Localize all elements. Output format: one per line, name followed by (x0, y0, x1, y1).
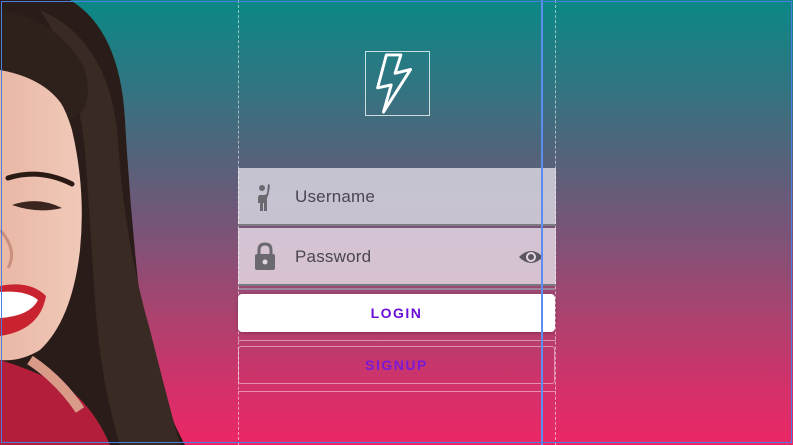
username-field[interactable]: Username (238, 168, 556, 226)
selection-guide-line (541, 0, 543, 445)
person-waving-icon (252, 182, 278, 212)
login-screen: Username Password LOGIN SIGNUP (0, 0, 793, 445)
guide-line-right (555, 0, 556, 445)
smiling-woman-photo (0, 0, 185, 445)
lightning-bolt-icon (365, 51, 430, 116)
guide-line-left (238, 0, 239, 445)
password-placeholder: Password (295, 247, 372, 266)
password-field[interactable]: Password (238, 228, 556, 286)
login-button[interactable]: LOGIN (238, 294, 555, 332)
signup-button[interactable]: SIGNUP (238, 346, 555, 384)
lock-icon (252, 242, 278, 272)
username-placeholder: Username (295, 187, 376, 206)
login-divider (238, 288, 555, 290)
